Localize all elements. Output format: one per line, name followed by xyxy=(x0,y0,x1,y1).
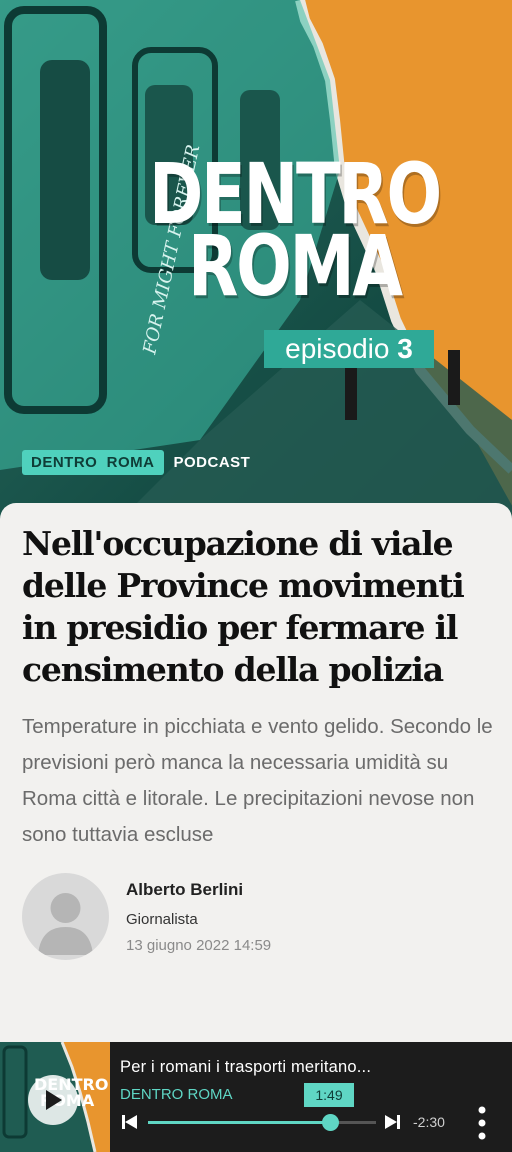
skip-forward-icon[interactable] xyxy=(384,1114,400,1130)
progress-fill xyxy=(148,1121,331,1124)
play-icon xyxy=(46,1090,62,1110)
publish-date: 13 giugno 2022 14:59 xyxy=(126,937,272,954)
avatar[interactable] xyxy=(22,873,109,960)
article-tags: DENTRO ROMA PODCAST xyxy=(22,450,250,475)
cover-title-line2: ROMA xyxy=(188,217,403,315)
episode-title[interactable]: Per i romani i trasporti meritano... xyxy=(120,1058,371,1077)
article-card: Nell'occupazione di viale delle Province… xyxy=(0,503,512,1043)
current-time: 1:49 xyxy=(304,1083,354,1107)
show-name[interactable]: DENTRO ROMA xyxy=(120,1086,233,1103)
author-role: Giornalista xyxy=(126,911,198,928)
podcast-cover: FOR MIGHT FOREVER DENTRO ROMA episodio 3… xyxy=(0,0,512,520)
cover-title: DENTRO ROMA xyxy=(149,152,442,315)
episode-number: 3 xyxy=(397,333,413,364)
play-button[interactable] xyxy=(28,1075,78,1125)
episode-label: episodio xyxy=(285,333,390,364)
article-summary: Temperature in picchiata e vento gelido.… xyxy=(22,715,493,846)
player-thumbnail[interactable]: DENTRO ROMA xyxy=(0,1042,110,1152)
tag-type[interactable]: PODCAST xyxy=(174,454,251,471)
skip-back-icon[interactable] xyxy=(122,1114,138,1130)
audio-player: DENTRO ROMA Per i romani i trasporti mer… xyxy=(0,1042,512,1152)
author-name[interactable]: Alberto Berlini xyxy=(126,880,243,900)
user-silhouette-icon xyxy=(38,893,93,955)
episode-tag: episodio 3 xyxy=(264,330,434,368)
tag-show[interactable]: DENTRO ROMA xyxy=(22,450,164,475)
progress-bar[interactable] xyxy=(148,1114,376,1131)
remaining-time: -2:30 xyxy=(413,1114,445,1130)
article-headline: Nell'occupazione di viale delle Province… xyxy=(22,524,465,689)
seek-handle[interactable] xyxy=(321,1114,339,1131)
author-block[interactable]: Alberto Berlini Giornalista 13 giugno 20… xyxy=(22,873,492,963)
more-options-icon[interactable] xyxy=(472,1104,492,1142)
